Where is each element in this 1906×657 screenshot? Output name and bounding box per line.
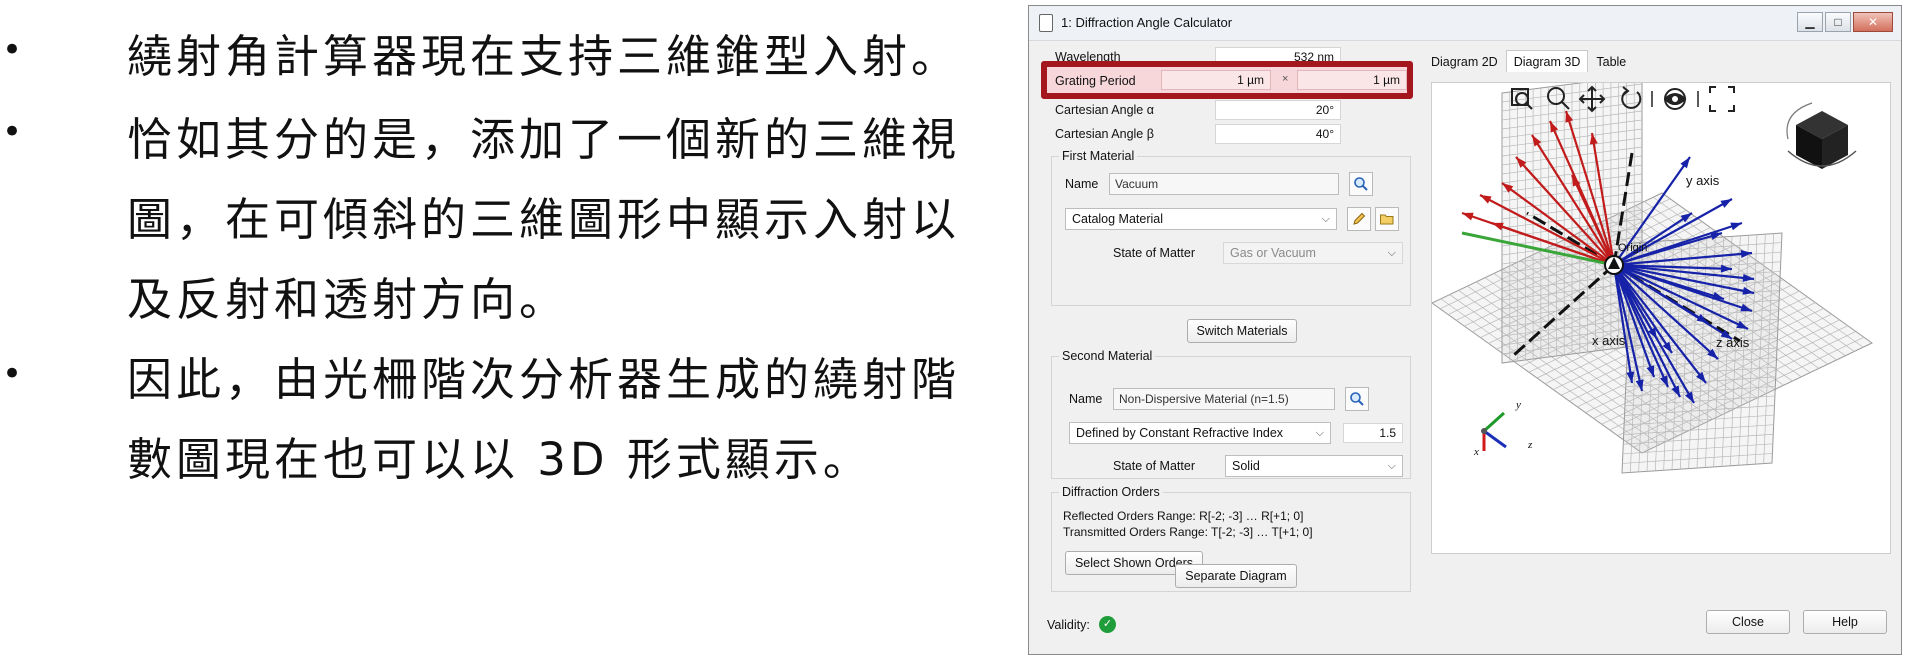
second-material-type-value: Defined by Constant Refractive Index (1076, 426, 1284, 440)
coordinate-triad-icon (1481, 411, 1507, 451)
title-bar[interactable]: 1: Diffraction Angle Calculator ▁ □ ✕ (1029, 6, 1901, 41)
first-material-name-label: Name (1065, 177, 1099, 191)
switch-materials-button[interactable]: Switch Materials (1187, 319, 1297, 343)
maximize-button[interactable]: □ (1825, 12, 1851, 32)
refractive-index-field[interactable]: 1.5 (1343, 423, 1403, 443)
window-title: 1: Diffraction Angle Calculator (1061, 15, 1233, 30)
separate-diagram-button[interactable]: Separate Diagram (1175, 564, 1297, 588)
bullet-2-line-3: 及反射和透射方向。 (127, 273, 569, 326)
slide-text: • 繞射角計算器現在支持三維錐型入射。 • 恰如其分的是，添加了一個新的三維視 … (0, 0, 1010, 657)
angle-beta-label: Cartesian Angle β (1055, 127, 1154, 141)
second-material-name-label: Name (1069, 392, 1103, 406)
chevron-down-icon: ⌵ (1387, 247, 1396, 259)
chevron-down-icon: ⌵ (1387, 460, 1396, 472)
chevron-down-icon: ⌵ (1315, 427, 1324, 439)
orientation-cube-icon[interactable] (1786, 102, 1857, 169)
bullet-2-line-1: 恰如其分的是，添加了一個新的三維視 (127, 113, 961, 166)
open-folder-icon[interactable] (1375, 207, 1399, 231)
triad-x-label: x (1473, 446, 1479, 458)
first-material-name-field[interactable]: Vacuum (1109, 173, 1339, 195)
first-material-type-value: Catalog Material (1072, 212, 1164, 226)
view-icon[interactable] (1664, 88, 1687, 110)
triad-z-label: z (1527, 439, 1533, 451)
tab-diagram-3d[interactable]: Diagram 3D (1505, 50, 1589, 72)
reflected-ray-head (1462, 212, 1474, 221)
origin-marker (1604, 255, 1624, 275)
first-material-type-select[interactable]: Catalog Material ⌵ (1065, 208, 1337, 230)
highlight-box (1041, 61, 1413, 99)
first-state-value: Gas or Vacuum (1230, 246, 1316, 260)
reflected-orders-range: Reflected Orders Range: R[-2; -3] … R[+1… (1063, 509, 1304, 523)
first-state-select: Gas or Vacuum ⌵ (1223, 242, 1403, 264)
angle-alpha-label: Cartesian Angle α (1055, 103, 1154, 117)
z-axis-label: z axis (1716, 335, 1750, 350)
bullet-1-line: 繞射角計算器現在支持三維錐型入射。 (127, 30, 961, 83)
triad-y-label: y (1515, 399, 1521, 411)
tab-table[interactable]: Table (1588, 50, 1634, 72)
document-icon (1039, 14, 1053, 32)
second-material-name-field[interactable]: Non-Dispersive Material (n=1.5) (1113, 388, 1335, 410)
second-state-value: Solid (1232, 459, 1260, 473)
chevron-down-icon: ⌵ (1321, 213, 1330, 225)
bullet-2-line-2: 圖，在可傾斜的三維圖形中顯示入射以 (127, 193, 961, 246)
bullet-mark: • (2, 112, 23, 152)
angle-beta-field[interactable]: 40° (1215, 124, 1341, 144)
check-ok-icon: ✓ (1099, 616, 1116, 633)
help-button[interactable]: Help (1803, 610, 1887, 634)
angle-alpha-field[interactable]: 20° (1215, 100, 1341, 120)
diagram-tabs: Diagram 2D Diagram 3D Table (1423, 50, 1634, 72)
first-state-label: State of Matter (1113, 246, 1195, 260)
fit-icon[interactable] (1709, 86, 1735, 112)
transmitted-ray-head (1680, 157, 1690, 169)
diagram-3d-canvas[interactable]: Origin y axis x axis z axis y z x (1432, 83, 1890, 553)
diffraction-orders-title: Diffraction Orders (1059, 485, 1163, 499)
transmitted-ray-head (1720, 199, 1732, 208)
bullet-mark: • (2, 30, 23, 70)
transmitted-ray-head (1730, 222, 1742, 231)
y-axis-label: y axis (1686, 173, 1720, 188)
close-window-button[interactable]: ✕ (1853, 12, 1893, 32)
validity-label: Validity: (1047, 618, 1090, 632)
bullet-3-line-2: 數圖現在也可以以 3D 形式顯示。 (127, 433, 872, 486)
search-icon[interactable] (1345, 387, 1369, 411)
close-button[interactable]: Close (1706, 610, 1790, 634)
minimize-button[interactable]: ▁ (1797, 12, 1823, 32)
bullet-3-line-1: 因此，由光柵階次分析器生成的繞射階 (127, 353, 961, 406)
tab-diagram-2d[interactable]: Diagram 2D (1423, 50, 1506, 72)
first-material-title: First Material (1059, 149, 1138, 163)
second-material-type-select[interactable]: Defined by Constant Refractive Index ⌵ (1069, 422, 1331, 444)
second-state-label: State of Matter (1113, 459, 1195, 473)
second-material-title: Second Material (1059, 349, 1156, 363)
reflected-ray-head (1480, 195, 1492, 204)
search-icon[interactable] (1349, 172, 1373, 196)
x-axis-label: x axis (1592, 333, 1626, 348)
edit-pencil-icon[interactable] (1347, 207, 1371, 231)
diagram-3d-viewport[interactable]: Origin y axis x axis z axis y z x (1431, 82, 1891, 554)
transmitted-orders-range: Transmitted Orders Range: T[-2; -3] … T[… (1063, 525, 1313, 539)
diffraction-angle-calculator-window: 1: Diffraction Angle Calculator ▁ □ ✕ Wa… (1028, 5, 1902, 655)
second-state-select[interactable]: Solid ⌵ (1225, 455, 1403, 477)
origin-label: Origin (1618, 242, 1647, 254)
bullet-mark: • (2, 354, 23, 394)
